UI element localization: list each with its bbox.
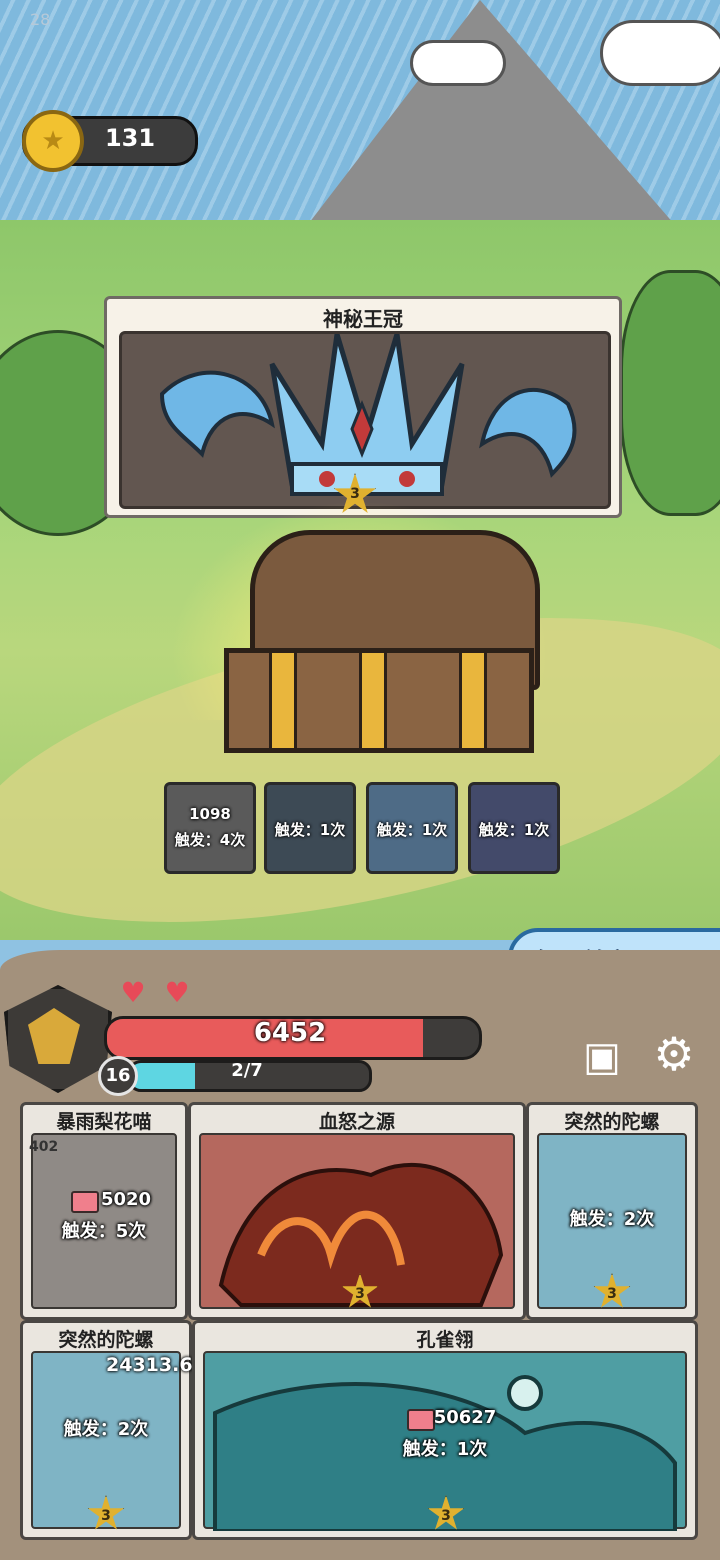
cloud bbox=[410, 40, 506, 86]
chest-band bbox=[459, 653, 487, 748]
slot-trigger: 触发：4次 bbox=[174, 831, 246, 849]
star-coin-icon: ★ bbox=[22, 110, 84, 172]
card-sudden-top-1[interactable]: 突然的陀螺 触发：2次 3 bbox=[526, 1102, 698, 1320]
card-title: 血怒之源 bbox=[318, 1111, 395, 1133]
level-badge: 16 bbox=[98, 1056, 138, 1096]
card-trigger: 触发：5次 bbox=[61, 1221, 147, 1242]
crown-artwork bbox=[119, 331, 611, 509]
slot-trigger: 触发：1次 bbox=[478, 821, 550, 839]
slot-trigger: 触发：1次 bbox=[376, 821, 448, 839]
card-title: 孔雀翎 bbox=[416, 1329, 474, 1351]
xp-value: 2/7 bbox=[231, 1060, 263, 1081]
backpack-icon[interactable]: ▣ bbox=[574, 1030, 630, 1084]
heart-icon: ♥ bbox=[120, 976, 146, 1009]
card-title: 突然的陀螺 bbox=[564, 1111, 660, 1133]
card-title: 突然的陀螺 bbox=[58, 1329, 154, 1351]
card-peacock-feather[interactable]: 孔雀翎 50627 触发：1次 3 bbox=[192, 1320, 698, 1540]
card-storm-cat[interactable]: 暴雨梨花喵 402 5020 触发：5次 bbox=[20, 1102, 188, 1320]
gear-icon[interactable]: ⚙ bbox=[646, 1026, 702, 1082]
reward-slot-4[interactable]: 触发：1次 bbox=[468, 782, 560, 874]
card-damage: 5020 bbox=[100, 1189, 152, 1210]
reward-slot-1[interactable]: 1098 触发：4次 bbox=[164, 782, 256, 874]
card-trigger: 触发：2次 bbox=[569, 1209, 655, 1230]
tree bbox=[620, 270, 720, 516]
card-damage: 50627 bbox=[433, 1407, 497, 1428]
heart-icon: ♥ bbox=[164, 976, 190, 1009]
chest-band bbox=[269, 653, 297, 748]
card-corner-value: 402 bbox=[29, 1139, 59, 1155]
slot-trigger: 触发：1次 bbox=[274, 821, 346, 839]
coin-value: 131 bbox=[104, 124, 156, 152]
item-title: 神秘王冠 bbox=[323, 307, 403, 331]
slot-damage: 1098 bbox=[189, 805, 231, 823]
card-trigger: 触发：2次 bbox=[63, 1419, 149, 1440]
card-title: 暴雨梨花喵 bbox=[56, 1111, 152, 1133]
crown-icon bbox=[159, 334, 577, 496]
card-blood-rage[interactable]: 血怒之源 3 bbox=[188, 1102, 526, 1320]
card-sudden-top-2[interactable]: 突然的陀螺 触发：2次 3 bbox=[20, 1320, 192, 1540]
chest-band bbox=[359, 653, 387, 748]
hp-value: 6452 bbox=[253, 1018, 327, 1048]
item-popup: 神秘王冠 3 bbox=[104, 296, 622, 518]
cloud bbox=[600, 20, 720, 86]
treasure-chest[interactable] bbox=[224, 648, 534, 753]
fps-counter: 28 bbox=[30, 10, 51, 29]
card-trigger: 触发：1次 bbox=[402, 1439, 488, 1460]
reward-slot-2[interactable]: 触发：1次 bbox=[264, 782, 356, 874]
reward-slot-3[interactable]: 触发：1次 bbox=[366, 782, 458, 874]
